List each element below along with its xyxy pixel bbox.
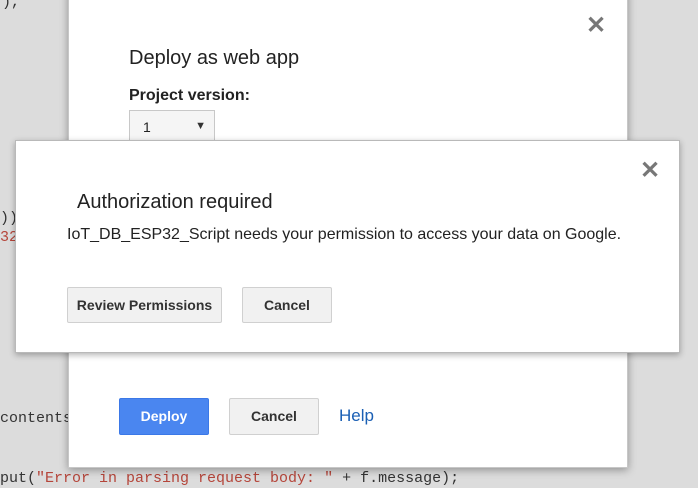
project-version-select[interactable]: 1 ▼	[129, 110, 215, 144]
dropdown-arrow-icon: ▼	[195, 120, 206, 132]
code-line: put("Error in parsing request body: " + …	[0, 470, 459, 488]
help-link[interactable]: Help	[339, 406, 374, 426]
code-line: contents	[0, 410, 73, 427]
close-icon[interactable]: ✕	[640, 159, 660, 183]
code-string: "Error in parsing request body: "	[36, 470, 334, 487]
project-version-label: Project version:	[129, 87, 250, 104]
code-line: ),	[2, 0, 21, 11]
cancel-button[interactable]: Cancel	[242, 287, 332, 323]
code-token: put(	[0, 470, 37, 487]
code-token: + f.message);	[333, 470, 460, 487]
authorization-dialog: ✕ Authorization required IoT_DB_ESP32_Sc…	[15, 140, 680, 353]
close-icon[interactable]: ✕	[586, 14, 606, 38]
dialog-title: Authorization required	[77, 191, 273, 213]
review-permissions-button[interactable]: Review Permissions	[67, 287, 222, 323]
dialog-title: Deploy as web app	[129, 47, 300, 69]
cancel-button[interactable]: Cancel	[229, 398, 319, 435]
permission-message: IoT_DB_ESP32_Script needs your permissio…	[67, 226, 622, 243]
selected-value: 1	[143, 119, 151, 135]
deploy-button[interactable]: Deploy	[119, 398, 209, 435]
